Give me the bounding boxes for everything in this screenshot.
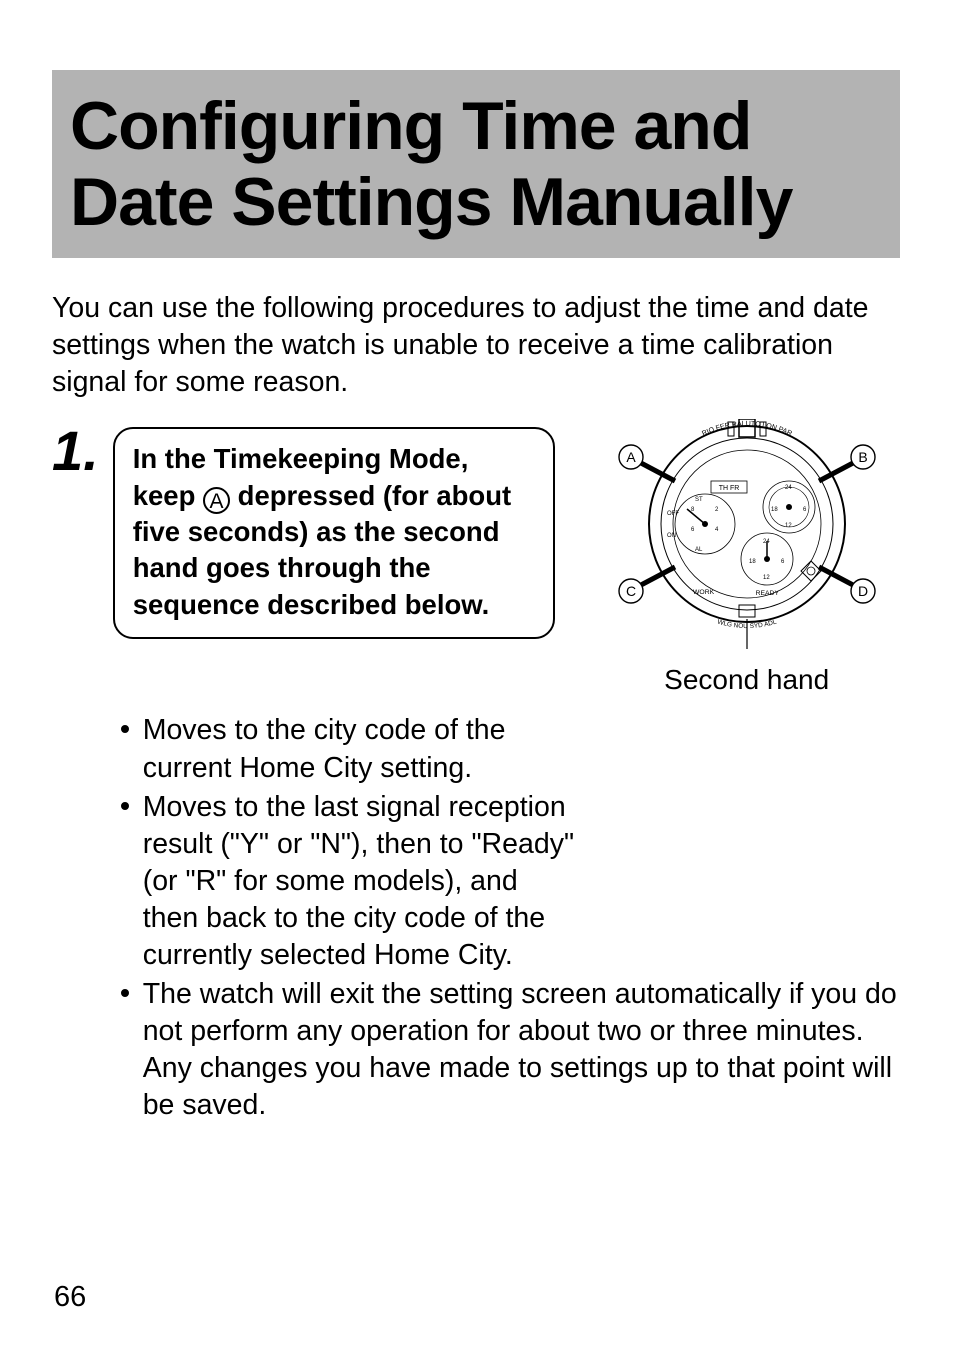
bullet-list: Moves to the city code of the current Ho… [121,712,911,1124]
intro-paragraph: You can use the following procedures to … [52,290,900,401]
svg-text:A: A [626,449,636,465]
second-hand-label: Second hand [577,664,917,696]
subdial-4: 4 [715,527,719,533]
subdial-6l: 6 [691,527,695,533]
bullet-item: The watch will exit the setting screen a… [121,976,911,1124]
off-label: OFF [667,511,679,517]
step-number: 1. [52,423,99,479]
subdial-12r: 12 [785,523,792,529]
watch-diagram-area: RIO FER RAI UTC LON PAR WLG NOU SYD ADL … [577,419,917,696]
page-number: 66 [54,1281,86,1314]
heading-banner: Configuring Time and Date Settings Manua… [52,70,900,258]
step-1: 1. In the Timekeeping Mode, keep A depre… [52,427,900,1126]
page-title: Configuring Time and Date Settings Manua… [70,88,882,240]
instruction-box: In the Timekeeping Mode, keep A depresse… [113,427,555,638]
subdial-6b: 6 [781,559,785,565]
bullet-icon [121,802,129,810]
watch-diagram-icon: RIO FER RAI UTC LON PAR WLG NOU SYD ADL … [583,419,911,657]
button-a-inline-icon: A [203,487,230,514]
subdial-2: 2 [715,507,719,513]
al-label: AL [695,547,703,553]
ready-label: READY [755,590,779,597]
st-label: ST [695,497,703,503]
step-content: In the Timekeeping Mode, keep A depresse… [113,427,917,1126]
subdial-8: 8 [691,507,695,513]
bullet-item: Moves to the last signal reception resul… [121,789,581,974]
bullet-icon [121,989,129,997]
button-c-marker: C [619,567,675,603]
bullet-icon [121,725,129,733]
work-label: WORK [693,589,715,596]
instruction-row: In the Timekeeping Mode, keep A depresse… [113,427,917,696]
bullet-text: Moves to the city code of the current Ho… [143,712,581,786]
city-codes-top: RIO FER RAI UTC LON PAR [701,421,793,438]
svg-text:C: C [626,583,636,599]
button-a-marker: A [619,445,675,481]
button-d-marker: D [819,567,875,603]
bullet-text: Moves to the last signal reception resul… [143,789,581,974]
subdial-6r: 6 [803,507,807,513]
svg-text:D: D [858,583,868,599]
subdial-18r: 18 [771,507,778,513]
bullet-item: Moves to the city code of the current Ho… [121,712,581,786]
bullet-text: The watch will exit the setting screen a… [143,976,911,1124]
svg-text:B: B [858,449,867,465]
button-b-marker: B [819,445,875,481]
subdial-18b: 18 [749,559,756,565]
subdial-24b: 24 [763,539,770,545]
day-label: TH FR [718,485,739,492]
subdial-12b: 12 [763,575,770,581]
on-label: ON [667,533,676,539]
subdial-24r: 24 [785,485,792,491]
